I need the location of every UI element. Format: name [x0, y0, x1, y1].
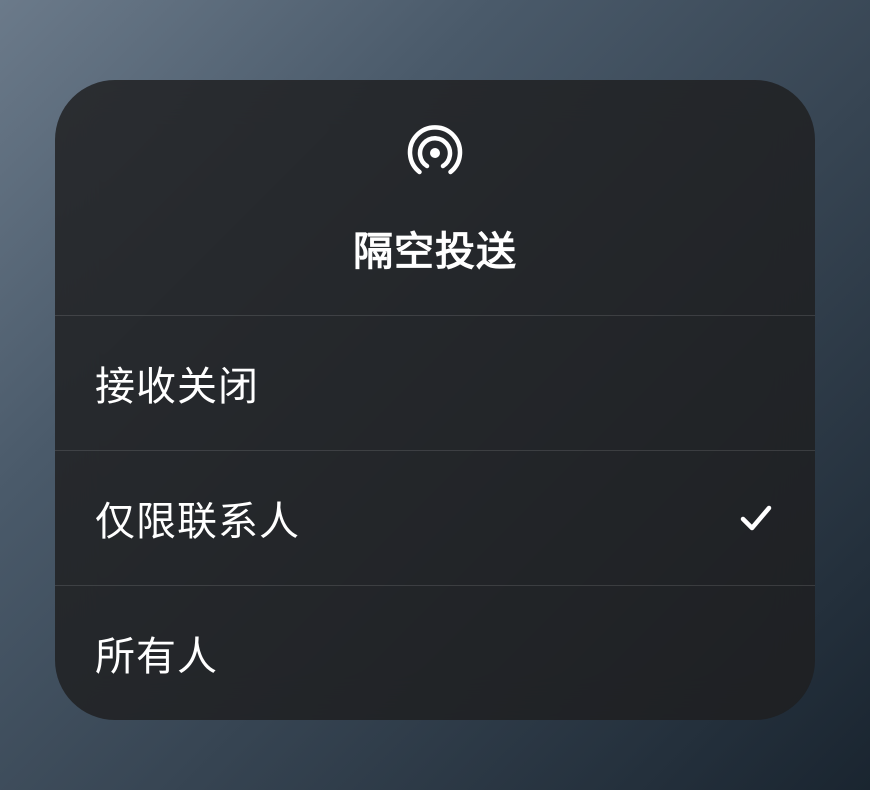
- option-label: 所有人: [95, 624, 218, 682]
- option-label: 仅限联系人: [95, 489, 300, 547]
- panel-header: 隔空投送: [55, 80, 815, 316]
- option-contacts-only[interactable]: 仅限联系人: [55, 451, 815, 586]
- airdrop-icon: [404, 122, 466, 189]
- checkmark-icon: [737, 499, 775, 537]
- panel-title: 隔空投送: [353, 219, 517, 277]
- option-everyone[interactable]: 所有人: [55, 586, 815, 720]
- option-label: 接收关闭: [95, 354, 259, 412]
- airdrop-settings-panel: 隔空投送 接收关闭 仅限联系人 所有人: [55, 80, 815, 720]
- option-receiving-off[interactable]: 接收关闭: [55, 316, 815, 451]
